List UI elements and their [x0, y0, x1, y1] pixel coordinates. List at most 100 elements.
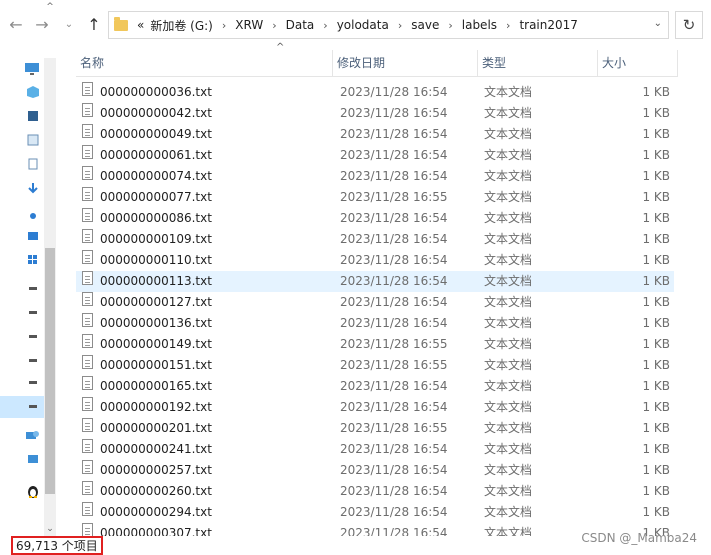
file-row[interactable]: 000000000136.txt 2023/11/28 16:54 文本文档 1 KB — [76, 313, 674, 334]
file-row[interactable]: 000000000110.txt 2023/11/28 16:54 文本文档 1 KB — [76, 250, 674, 271]
address-overflow[interactable]: « — [137, 18, 144, 32]
back-button[interactable]: ← — [6, 14, 26, 36]
file-row[interactable]: 000000000042.txt 2023/11/28 16:54 文本文档 1 KB — [76, 103, 674, 124]
file-date: 2023/11/28 16:54 — [340, 484, 448, 498]
file-name: 000000000086.txt — [100, 211, 212, 225]
file-row[interactable]: 000000000086.txt 2023/11/28 16:54 文本文档 1 KB — [76, 208, 674, 229]
scroll-down-icon[interactable]: ⌄ — [44, 524, 56, 534]
file-name: 000000000151.txt — [100, 358, 212, 372]
3d-objects-icon[interactable] — [26, 86, 40, 100]
text-file-icon — [82, 82, 93, 96]
file-name: 000000000042.txt — [100, 106, 212, 120]
forward-button[interactable]: → — [32, 14, 52, 36]
file-name: 000000000109.txt — [100, 232, 212, 246]
file-row[interactable]: 000000000077.txt 2023/11/28 16:55 文本文档 1 KB — [76, 187, 674, 208]
music-icon[interactable] — [26, 208, 40, 222]
breadcrumb-separator-icon[interactable]: › — [448, 19, 452, 32]
refresh-button[interactable]: ↻ — [675, 11, 703, 39]
drive-icon[interactable] — [26, 282, 40, 296]
breadcrumb-separator-icon[interactable]: › — [323, 19, 327, 32]
toolbar: ← → ⌄ ↑ « 新加卷 (G:) › XRW › Data › yoloda… — [0, 0, 711, 50]
column-header-type[interactable]: 类型 — [478, 50, 598, 76]
navigation-scrollbar[interactable]: ^ ⌄ — [44, 2, 56, 536]
computer-icon[interactable] — [24, 62, 39, 76]
file-date: 2023/11/28 16:54 — [340, 526, 448, 536]
column-header-size[interactable]: 大小 — [598, 50, 678, 76]
file-date: 2023/11/28 16:54 — [340, 148, 448, 162]
file-size: 1 KB — [642, 358, 670, 372]
breadcrumb-separator-icon[interactable]: › — [398, 19, 402, 32]
file-row[interactable]: 000000000127.txt 2023/11/28 16:54 文本文档 1 KB — [76, 292, 674, 313]
breadcrumb-yolodata[interactable]: yolodata — [337, 18, 389, 32]
breadcrumb-train2017[interactable]: train2017 — [519, 18, 577, 32]
network-icon[interactable] — [24, 430, 39, 444]
up-button[interactable]: ↑ — [84, 14, 104, 36]
file-name: 000000000136.txt — [100, 316, 212, 330]
breadcrumb-drive[interactable]: 新加卷 (G:) — [150, 17, 213, 34]
file-row[interactable]: 000000000061.txt 2023/11/28 16:54 文本文档 1 KB — [76, 145, 674, 166]
drive-icon[interactable] — [26, 330, 40, 344]
desktop-icon[interactable] — [26, 230, 40, 244]
breadcrumb-save[interactable]: save — [411, 18, 439, 32]
file-type: 文本文档 — [484, 526, 533, 536]
breadcrumb-separator-icon[interactable]: › — [222, 19, 226, 32]
file-row[interactable]: 000000000036.txt 2023/11/28 16:54 文本文档 1 KB — [76, 82, 674, 103]
drive-icon[interactable] — [26, 354, 40, 368]
recent-locations-button[interactable]: ⌄ — [62, 14, 76, 36]
breadcrumb-labels[interactable]: labels — [462, 18, 497, 32]
file-row[interactable]: 000000000257.txt 2023/11/28 16:54 文本文档 1 KB — [76, 460, 674, 481]
file-row[interactable]: 000000000049.txt 2023/11/28 16:54 文本文档 1 KB — [76, 124, 674, 145]
breadcrumb-separator-icon[interactable]: › — [506, 19, 510, 32]
text-file-icon — [82, 145, 93, 159]
file-type: 文本文档 — [484, 127, 533, 141]
column-header-name[interactable]: 名称 — [76, 50, 333, 76]
scroll-up-icon[interactable]: ^ — [44, 2, 56, 12]
linux-icon[interactable] — [26, 484, 40, 498]
file-row[interactable]: 000000000074.txt 2023/11/28 16:54 文本文档 1 KB — [76, 166, 674, 187]
file-row[interactable]: 000000000165.txt 2023/11/28 16:54 文本文档 1 KB — [76, 376, 674, 397]
windows-drive-icon[interactable] — [26, 254, 40, 268]
breadcrumb-data[interactable]: Data — [286, 18, 315, 32]
file-date: 2023/11/28 16:54 — [340, 295, 448, 309]
pictures-icon[interactable] — [26, 134, 40, 148]
downloads-icon[interactable] — [26, 182, 40, 196]
file-row[interactable]: 000000000109.txt 2023/11/28 16:54 文本文档 1 KB — [76, 229, 674, 250]
file-row[interactable]: 000000000151.txt 2023/11/28 16:55 文本文档 1 KB — [76, 355, 674, 376]
column-header-date[interactable]: 修改日期 — [333, 50, 478, 76]
address-bar[interactable]: « 新加卷 (G:) › XRW › Data › yolodata › sav… — [108, 11, 669, 39]
text-file-icon — [82, 313, 93, 327]
file-size: 1 KB — [642, 106, 670, 120]
breadcrumb-separator-icon[interactable]: › — [272, 19, 276, 32]
text-file-icon — [82, 124, 93, 138]
file-type: 文本文档 — [484, 421, 533, 435]
file-list[interactable]: 000000000036.txt 2023/11/28 16:54 文本文档 1 KB… — [76, 82, 674, 536]
monitor-icon[interactable] — [26, 454, 40, 468]
file-row[interactable]: 000000000149.txt 2023/11/28 16:55 文本文档 1 KB — [76, 334, 674, 355]
file-name: 000000000049.txt — [100, 127, 212, 141]
file-type: 文本文档 — [484, 211, 533, 225]
file-date: 2023/11/28 16:55 — [340, 358, 448, 372]
file-row[interactable]: 000000000294.txt 2023/11/28 16:54 文本文档 1 KB — [76, 502, 674, 523]
navigation-scroll-thumb[interactable] — [45, 248, 55, 494]
file-size: 1 KB — [642, 190, 670, 204]
file-row[interactable]: 000000000113.txt 2023/11/28 16:54 文本文档 1 KB — [76, 271, 674, 292]
file-row[interactable]: 000000000260.txt 2023/11/28 16:54 文本文档 1 KB — [76, 481, 674, 502]
video-icon[interactable] — [26, 110, 40, 124]
address-dropdown-icon[interactable]: ⌄ — [654, 18, 662, 29]
chevron-down-icon: ⌄ — [64, 19, 74, 30]
documents-icon[interactable] — [26, 158, 40, 172]
drive-icon[interactable] — [26, 376, 40, 390]
file-size: 1 KB — [642, 169, 670, 183]
file-row[interactable]: 000000000192.txt 2023/11/28 16:54 文本文档 1 KB — [76, 397, 674, 418]
breadcrumb-xrw[interactable]: XRW — [235, 18, 263, 32]
file-size: 1 KB — [642, 379, 670, 393]
file-row[interactable]: 000000000201.txt 2023/11/28 16:55 文本文档 1 KB — [76, 418, 674, 439]
file-row[interactable]: 000000000241.txt 2023/11/28 16:54 文本文档 1 KB — [76, 439, 674, 460]
drive-icon[interactable] — [26, 400, 40, 414]
text-file-icon — [82, 418, 93, 432]
file-type: 文本文档 — [484, 169, 533, 183]
file-name: 000000000257.txt — [100, 463, 212, 477]
text-file-icon — [82, 334, 93, 348]
drive-icon[interactable] — [26, 306, 40, 320]
file-size: 1 KB — [642, 148, 670, 162]
